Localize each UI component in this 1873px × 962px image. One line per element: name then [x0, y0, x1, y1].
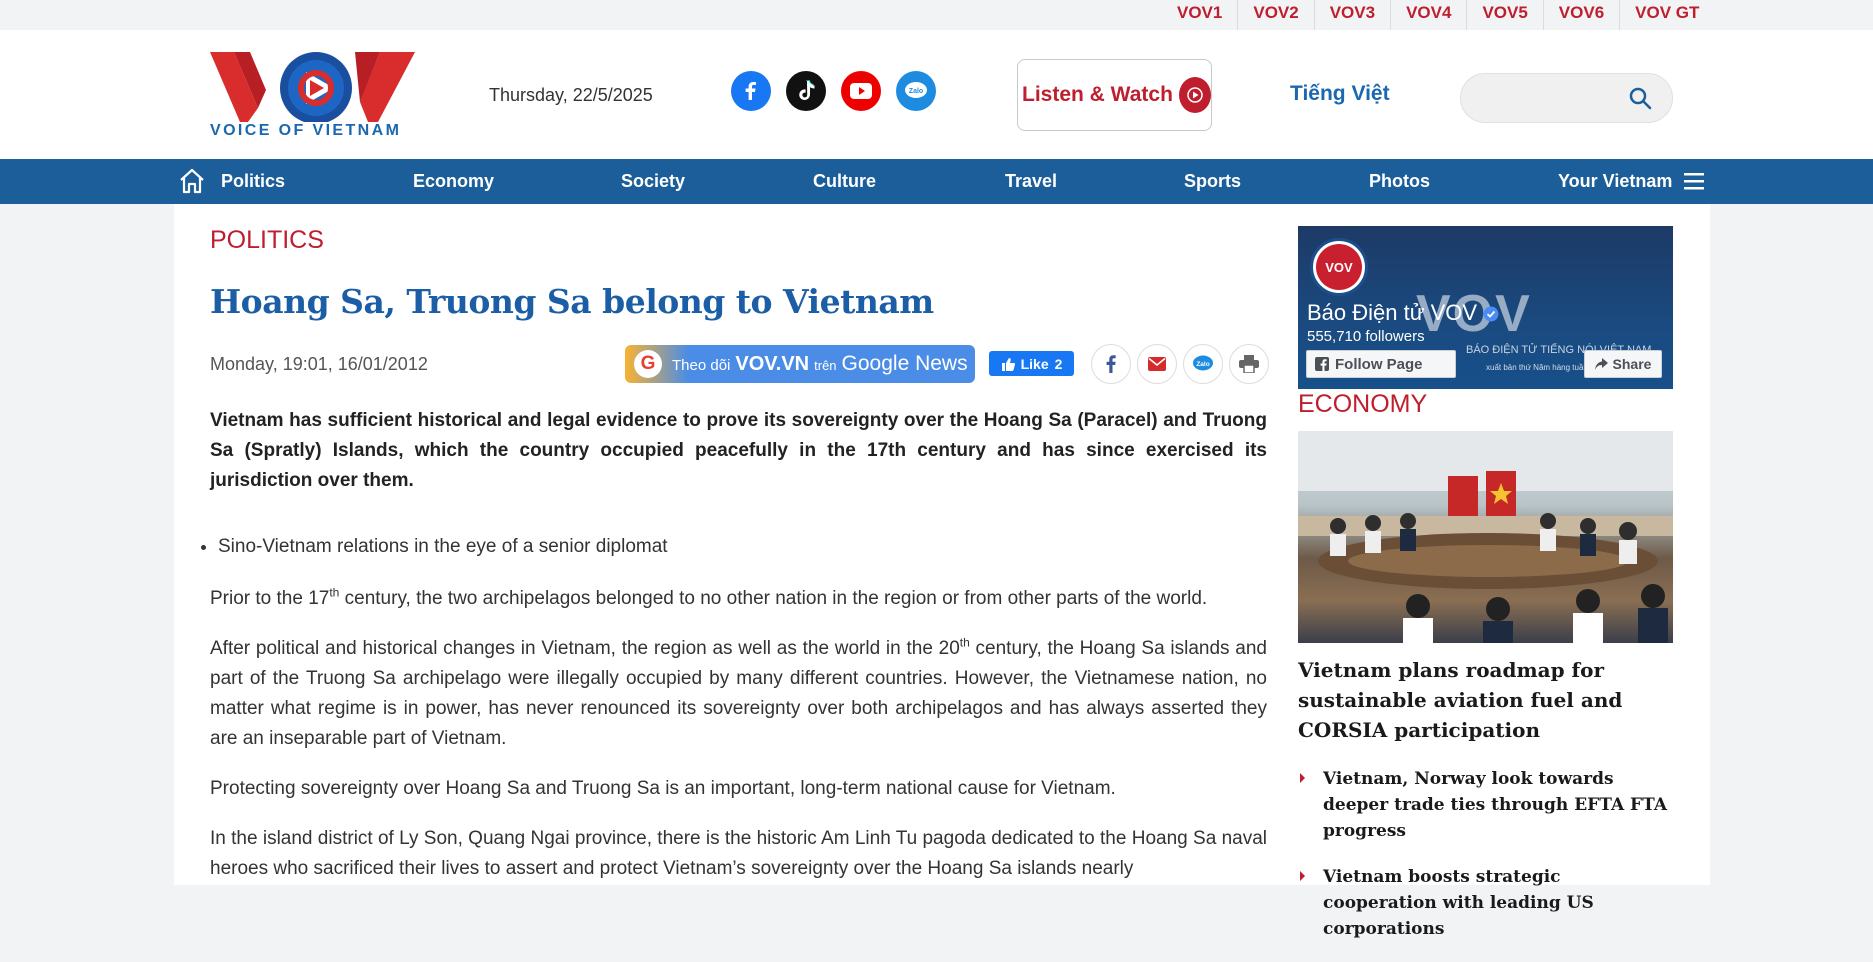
main-nav: Politics Economy Society Culture Travel … [0, 159, 1873, 204]
language-switch[interactable]: Tiếng Việt [1290, 82, 1390, 106]
like-count: 2 [1054, 355, 1063, 372]
bullet-arrow-icon [1300, 871, 1305, 881]
zalo-icon[interactable]: Zalo [896, 71, 936, 111]
nav-item-economy[interactable]: Economy [413, 159, 494, 204]
listen-watch-label: Listen & Watch [1022, 83, 1173, 106]
sidebar-news-item[interactable]: Vietnam boosts strategic cooperation wit… [1298, 864, 1673, 942]
article-paragraph: Prior to the 17th century, the two archi… [210, 584, 1267, 614]
article-paragraph: In the island district of Ly Son, Quang … [210, 828, 1267, 879]
share-facebook-icon[interactable] [1091, 344, 1131, 384]
article-paragraph: Protecting sovereignty over Hoang Sa and… [210, 778, 1116, 799]
channel-link-vov3[interactable]: VOV3 [1313, 0, 1390, 30]
facebook-like-button[interactable]: Like 2 [989, 351, 1074, 376]
channel-link-vovgt[interactable]: VOV GT [1619, 0, 1714, 30]
channel-link-vov5[interactable]: VOV5 [1466, 0, 1542, 30]
logo-tagline: VOICE OF VIETNAM [210, 122, 402, 139]
channel-link-vov1[interactable]: VOV1 [1162, 0, 1237, 30]
channel-link-vov2[interactable]: VOV2 [1237, 0, 1313, 30]
svg-text:Zalo: Zalo [1196, 361, 1209, 368]
nav-item-politics[interactable]: Politics [221, 159, 285, 204]
share-zalo-icon[interactable]: Zalo [1183, 344, 1223, 384]
superscript: th [329, 585, 340, 600]
sidebar-category[interactable]: ECONOMY [1298, 390, 1427, 419]
nav-item-photos[interactable]: Photos [1369, 159, 1430, 204]
share-arrow-icon [1594, 358, 1608, 370]
paragraph-text: century, the two archipelagos belonged t… [339, 588, 1208, 609]
sidebar-news-item[interactable]: Vietnam, Norway look towards deeper trad… [1298, 766, 1673, 844]
listen-watch-button[interactable]: Listen & Watch [1017, 59, 1212, 131]
news-item-title: Vietnam, Norway look towards deeper trad… [1323, 769, 1668, 841]
superscript: th [959, 635, 970, 650]
google-news-label: Theo dõi VOV.VN trên Google News [672, 352, 968, 376]
gnews-text-site: VOV.VN [735, 353, 810, 375]
article-sapo: Vietnam has sufficient historical and le… [210, 410, 1267, 491]
sidebar-lead-image[interactable] [1298, 431, 1673, 643]
google-icon: G [634, 350, 662, 378]
page-name-text: Báo Điện tử VOV [1307, 300, 1478, 325]
widget-subcaption: xuất bản thứ Năm hàng tuần [1486, 363, 1588, 372]
page-name[interactable]: Báo Điện tử VOV [1307, 300, 1499, 326]
bullet-arrow-icon [1300, 773, 1305, 783]
channel-link-vov6[interactable]: VOV6 [1542, 0, 1619, 30]
home-icon[interactable] [178, 168, 206, 199]
nav-item-culture[interactable]: Culture [813, 159, 876, 204]
google-news-follow-button[interactable]: G Theo dõi VOV.VN trên Google News [625, 345, 975, 383]
share-buttons: Zalo [1091, 344, 1269, 384]
nav-item-travel[interactable]: Travel [1005, 159, 1057, 204]
current-date: Thursday, 22/5/2025 [489, 85, 653, 105]
share-page-label: Share [1612, 356, 1652, 372]
paragraph-text: Prior to the 17 [210, 588, 330, 609]
print-icon[interactable] [1229, 344, 1269, 384]
channel-links: VOV1 VOV2 VOV3 VOV4 VOV5 VOV6 VOV GT [1162, 0, 1714, 30]
publish-date: Monday, 19:01, 16/01/2012 [210, 354, 428, 374]
sidebar-lead-title[interactable]: Vietnam plans roadmap for sustainable av… [1298, 655, 1673, 745]
thumbs-up-icon [1001, 357, 1015, 371]
search-box [1460, 73, 1673, 123]
content-area: POLITICS Hoang Sa, Truong Sa belong to V… [174, 204, 1710, 939]
facebook-icon [1315, 357, 1329, 371]
sidebar-news-list: Vietnam, Norway look towards deeper trad… [1298, 766, 1673, 962]
article-category[interactable]: POLITICS [210, 226, 324, 255]
vov-logo[interactable]: VOICE OF VIETNAM [210, 50, 415, 142]
tiktok-icon[interactable] [786, 71, 826, 111]
top-strip: VOV1 VOV2 VOV3 VOV4 VOV5 VOV6 VOV GT [0, 0, 1873, 30]
article-paragraph: After political and historical changes i… [210, 634, 1267, 754]
search-icon[interactable] [1628, 86, 1652, 115]
site-header: VOICE OF VIETNAM Thursday, 22/5/2025 Zal… [0, 30, 1873, 159]
facebook-page-widget[interactable]: VOV VOV Báo Điện tử VOV 555,710 follower… [1298, 226, 1673, 389]
article-title: Hoang Sa, Truong Sa belong to Vietnam [210, 282, 934, 321]
gnews-text-follow: Theo dõi [672, 357, 731, 374]
nav-item-your-vietnam[interactable]: Your Vietnam [1558, 159, 1672, 204]
svg-text:Zalo: Zalo [909, 88, 923, 95]
related-links: Sino-Vietnam relations in the eye of a s… [174, 532, 668, 562]
news-item-title: Vietnam boosts strategic cooperation wit… [1323, 867, 1594, 939]
play-icon [1178, 77, 1211, 113]
channel-link-vov4[interactable]: VOV4 [1390, 0, 1466, 30]
share-email-icon[interactable] [1137, 344, 1177, 384]
like-label: Like [1020, 355, 1049, 372]
verified-icon [1483, 306, 1499, 322]
paragraph-text: After political and historical changes i… [210, 638, 960, 659]
page-followers: 555,710 followers [1307, 328, 1425, 345]
gnews-text-google-news: Google News [841, 352, 968, 375]
menu-icon[interactable] [1684, 173, 1704, 195]
related-link[interactable]: Sino-Vietnam relations in the eye of a s… [218, 532, 668, 562]
share-page-button[interactable]: Share [1584, 350, 1662, 378]
social-links: Zalo [731, 71, 936, 111]
gnews-text-on: trên [814, 358, 837, 373]
facebook-icon[interactable] [731, 71, 771, 111]
avatar-text: VOV [1316, 244, 1362, 290]
follow-page-label: Follow Page [1335, 355, 1423, 373]
nav-item-sports[interactable]: Sports [1184, 159, 1241, 204]
page-avatar[interactable]: VOV [1310, 238, 1368, 296]
nav-item-society[interactable]: Society [621, 159, 685, 204]
youtube-icon[interactable] [841, 71, 881, 111]
search-input[interactable] [1479, 86, 1619, 110]
follow-page-button[interactable]: Follow Page [1306, 350, 1456, 378]
